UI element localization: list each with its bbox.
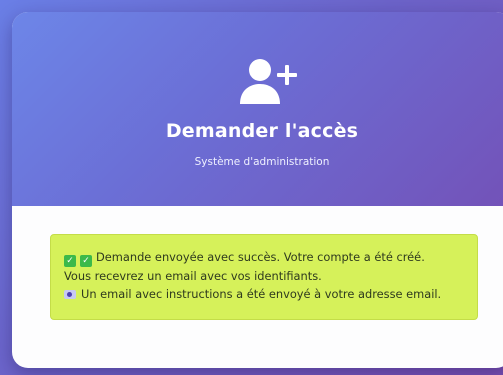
success-alert: ✓ ✓ Demande envoyée avec succès. Votre com… — [50, 234, 478, 320]
card-header: Demander l'accès Système d'administratio… — [12, 12, 503, 206]
email-icon — [64, 290, 76, 299]
alert-success-text: Demande envoyée avec succès. Votre compt… — [96, 250, 425, 264]
check-icon: ✓ — [64, 255, 76, 267]
page-title: Demander l'accès — [165, 120, 359, 142]
page-subtitle: Système d'administration — [194, 156, 330, 168]
alert-line-email: Un email avec instructions a été envoyé … — [64, 285, 465, 303]
card-body: ✓ ✓ Demande envoyée avec succès. Votre com… — [12, 206, 503, 368]
check-icon: ✓ — [80, 255, 92, 267]
user-plus-icon — [240, 59, 297, 104]
alert-credentials-text: Vous recevrez un email avec vos identifi… — [64, 269, 322, 283]
alert-line-credentials: Vous recevrez un email avec vos identifi… — [64, 267, 465, 285]
request-access-card: Demander l'accès Système d'administratio… — [12, 12, 503, 368]
alert-line-success: ✓ ✓ Demande envoyée avec succès. Votre com… — [64, 248, 465, 267]
alert-email-text: Un email avec instructions a été envoyé … — [81, 287, 442, 301]
